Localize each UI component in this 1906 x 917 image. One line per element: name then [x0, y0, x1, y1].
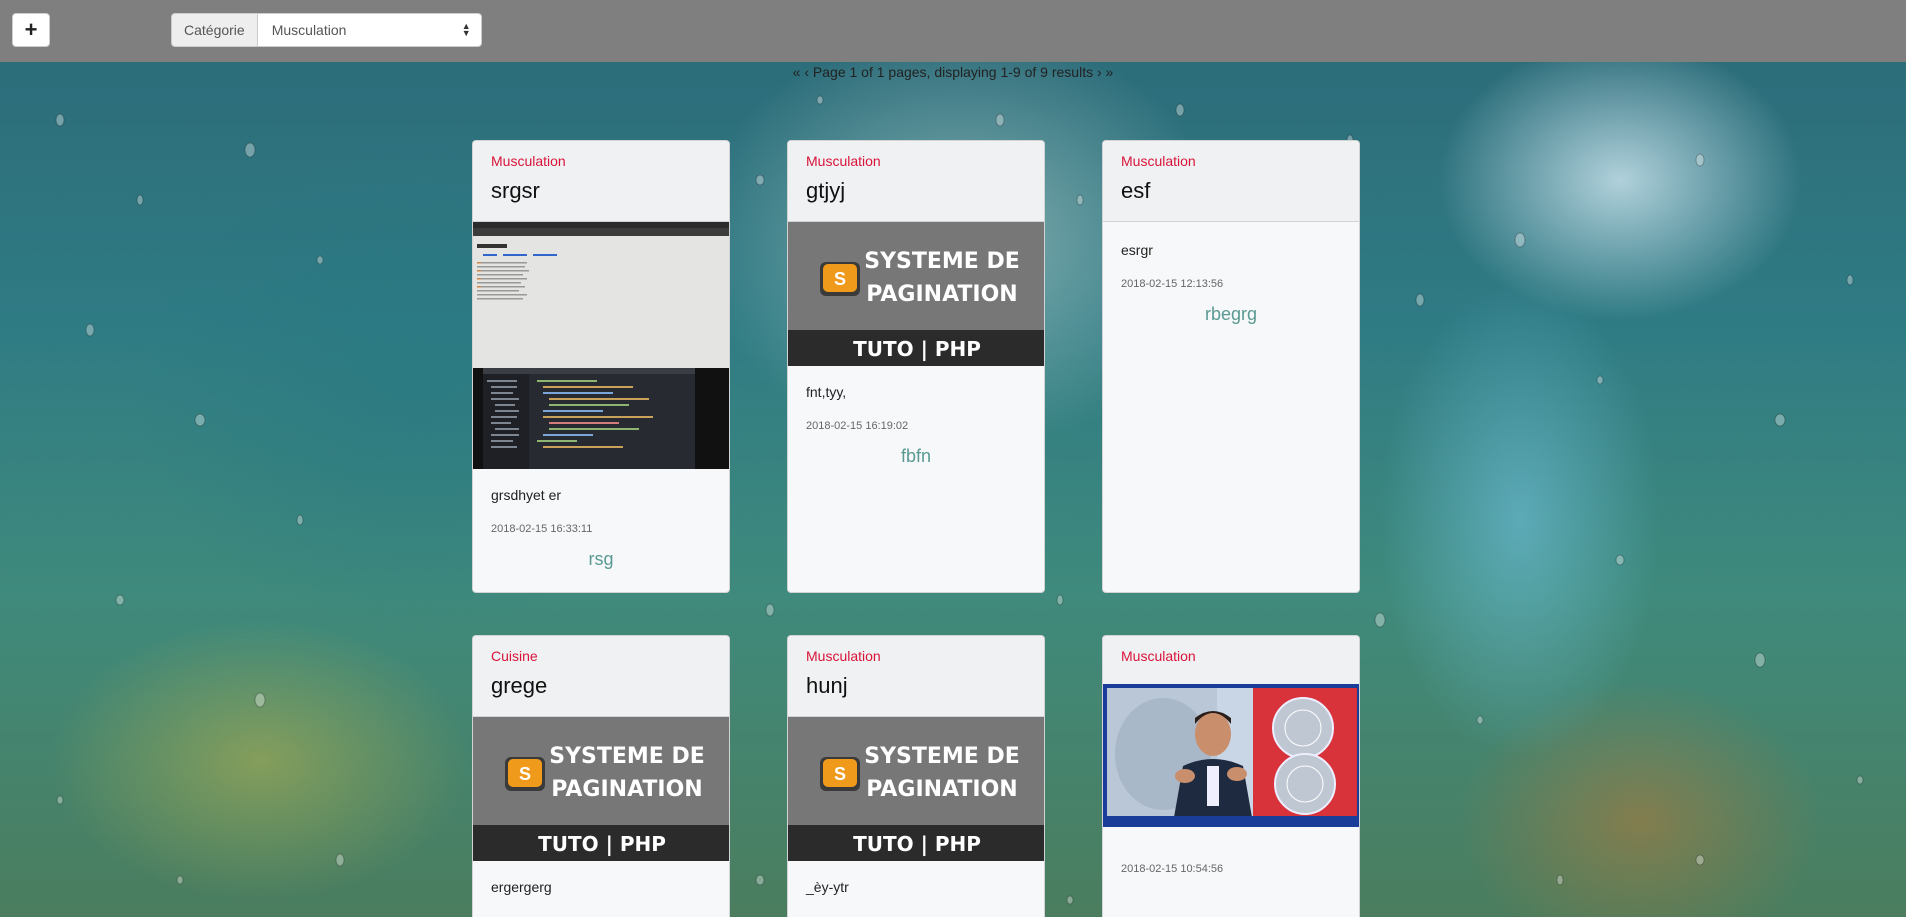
banner-footer: TUTO | PHP — [853, 337, 981, 361]
card-image-pagination-banner: S SYSTEME DE PAGINATION TUTO | PHP — [788, 717, 1044, 861]
card-header: Musculation gtjyj — [788, 141, 1044, 222]
banner-footer: TUTO | PHP — [538, 832, 666, 856]
banner-line1: SYSTEME DE — [864, 249, 1020, 274]
top-toolbar: + Catégorie Musculation ▲ ▼ — [0, 0, 1906, 62]
category-filter-label: Catégorie — [171, 13, 258, 47]
banner-line2: PAGINATION — [866, 282, 1017, 307]
pager-info-text: Page 1 of 1 pages, displaying 1-9 of 9 r… — [812, 64, 1094, 80]
sublime-logo-icon: S — [505, 757, 545, 791]
pager-next-link[interactable]: › — [1097, 64, 1102, 80]
card-body: esrgr 2018-02-15 12:13:56 rbegrg — [1103, 222, 1359, 325]
card-body: grsdhyet er 2018-02-15 16:33:11 rsg — [473, 469, 729, 570]
card-text: esrgr — [1121, 242, 1153, 258]
card-date: 2018-02-15 16:19:02 — [806, 420, 909, 432]
card-image-pagination-banner: S SYSTEME DE PAGINATION TUTO | PHP — [788, 222, 1044, 366]
card-body: _èy-ytr — [788, 861, 1044, 895]
card-title: grege — [491, 673, 548, 698]
card-link[interactable]: rsg — [491, 549, 711, 570]
add-post-button[interactable]: + — [12, 13, 50, 47]
card-title: srgsr — [491, 178, 540, 203]
card-body: fnt,tyy, 2018-02-15 16:19:02 fbfn — [788, 366, 1044, 467]
pager-first-link[interactable]: « — [793, 64, 801, 80]
card-image-tv-photo — [1103, 684, 1359, 827]
banner-line2: PAGINATION — [866, 777, 1017, 802]
card-link[interactable]: fbfn — [806, 446, 1026, 467]
card-header: Musculation esf — [1103, 141, 1359, 222]
sublime-logo-icon: S — [820, 262, 860, 296]
card-title: esf — [1121, 178, 1151, 203]
card-text: grsdhyet er — [491, 487, 562, 503]
card-text: fnt,tyy, — [806, 384, 847, 400]
svg-text:S: S — [834, 764, 846, 784]
post-card: Cuisine grege S SYSTEME DE PAGINATION TU… — [472, 635, 730, 917]
category-filter: Catégorie Musculation ▲ ▼ — [171, 13, 482, 47]
card-title: hunj — [806, 673, 848, 698]
pager-last-link[interactable]: » — [1106, 64, 1114, 80]
card-image-pagination-banner: S SYSTEME DE PAGINATION TUTO | PHP — [473, 717, 729, 861]
card-header: Musculation srgsr — [473, 141, 729, 222]
sublime-logo-icon: S — [820, 757, 860, 791]
card-category: Musculation — [1121, 153, 1196, 169]
card-category: Musculation — [491, 153, 566, 169]
pager-prev-link[interactable]: ‹ — [804, 64, 809, 80]
card-date: 2018-02-15 16:33:11 — [491, 523, 593, 535]
pagination-summary: « ‹ Page 1 of 1 pages, displaying 1-9 of… — [0, 64, 1906, 80]
card-body: 2018-02-15 10:54:56 — [1103, 827, 1359, 875]
card-date: 2018-02-15 10:54:56 — [1121, 863, 1224, 875]
card-text: _èy-ytr — [806, 879, 849, 895]
card-body: ergergerg — [473, 861, 729, 895]
post-card: Musculation esf esrgr 2018-02-15 12:13:5… — [1102, 140, 1360, 593]
card-header: Musculation — [1103, 636, 1359, 684]
post-card: Musculation srgsr grsdhyet er 2018-02-15… — [472, 140, 730, 593]
card-link[interactable]: rbegrg — [1121, 304, 1341, 325]
card-category: Cuisine — [491, 648, 538, 664]
card-text: ergergerg — [491, 879, 552, 895]
svg-text:S: S — [834, 269, 846, 289]
card-title: gtjyj — [806, 178, 846, 203]
card-date: 2018-02-15 12:13:56 — [1121, 278, 1224, 290]
banner-line2: PAGINATION — [551, 777, 702, 802]
banner-footer: TUTO | PHP — [853, 832, 981, 856]
svg-text:S: S — [519, 764, 531, 784]
card-header: Cuisine grege — [473, 636, 729, 717]
post-card: Musculation hunj S SYSTEME DE PAGINATION… — [787, 635, 1045, 917]
card-header: Musculation hunj — [788, 636, 1044, 717]
card-category: Musculation — [806, 153, 881, 169]
card-category: Musculation — [806, 648, 881, 664]
category-select[interactable]: Musculation ▲ ▼ — [257, 13, 482, 47]
card-image-screenshot — [473, 222, 729, 469]
banner-line1: SYSTEME DE — [864, 744, 1020, 769]
category-select-value: Musculation — [271, 22, 347, 38]
post-card: Musculation 2018-02-15 10:54:56 — [1102, 635, 1360, 917]
card-category: Musculation — [1121, 648, 1196, 664]
banner-line1: SYSTEME DE — [549, 744, 705, 769]
select-arrows-icon: ▲ ▼ — [461, 21, 471, 38]
post-card: Musculation gtjyj S SYSTEME DE PAGINATIO… — [787, 140, 1045, 593]
